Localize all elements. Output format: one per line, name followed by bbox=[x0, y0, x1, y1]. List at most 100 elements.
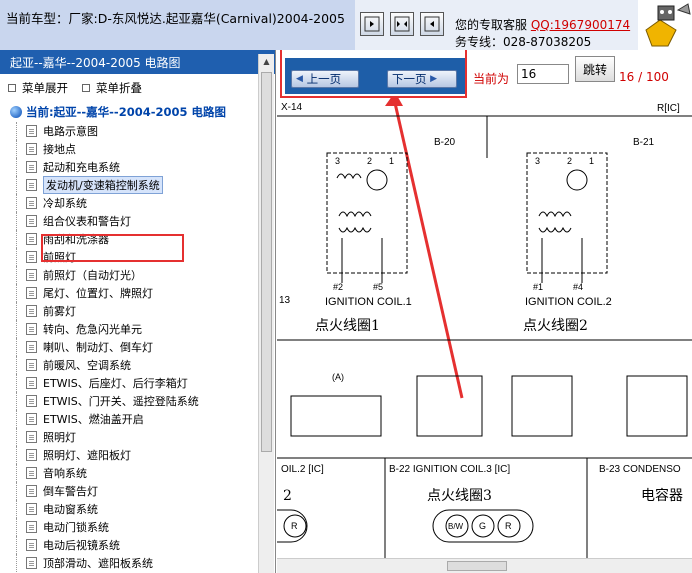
document-icon bbox=[26, 485, 37, 497]
label-b20: B-20 bbox=[434, 137, 456, 148]
tree-item-label: 转向、危急闪光单元 bbox=[43, 323, 142, 336]
selection-highlight-box bbox=[41, 234, 184, 262]
document-icon bbox=[26, 557, 37, 569]
tree-item[interactable]: 起动和充电系统 bbox=[10, 158, 275, 176]
pin-label: 3 bbox=[535, 156, 540, 166]
left-panel: 起亚--嘉华--2004-2005 电路图 菜单展开 菜单折叠 当前:起亚--嘉… bbox=[0, 50, 276, 573]
label-x14: X-14 bbox=[281, 102, 303, 113]
sidebar-scrollbar[interactable]: ▲ bbox=[258, 54, 274, 573]
tree-item[interactable]: 喇叭、制动灯、倒车灯 bbox=[10, 338, 275, 356]
tree-item[interactable]: 顶部滑动、遮阳板系统 bbox=[10, 554, 275, 572]
tree-item[interactable]: ETWIS、燃油盖开启 bbox=[10, 410, 275, 428]
frame-right-icon[interactable] bbox=[360, 12, 384, 36]
tree-item-label: 照明灯 bbox=[43, 431, 76, 444]
pin-label: 1 bbox=[589, 156, 594, 166]
globe-icon bbox=[10, 106, 22, 118]
document-icon bbox=[26, 449, 37, 461]
page-count: 16 / 100 bbox=[619, 70, 669, 84]
tree-item[interactable]: 发动机/变速箱控制系统 bbox=[10, 176, 275, 194]
expand-all-label: 菜单展开 bbox=[22, 81, 68, 95]
tree-item-label: 前照灯（自动灯光） bbox=[43, 269, 142, 282]
scroll-thumb[interactable] bbox=[261, 72, 272, 452]
view-toolbar bbox=[360, 12, 444, 36]
page-number-input[interactable] bbox=[517, 64, 569, 84]
document-icon bbox=[26, 395, 37, 407]
expand-all-button[interactable]: 菜单展开 bbox=[8, 80, 68, 96]
jump-button[interactable]: 跳转 bbox=[575, 56, 615, 82]
diagram-hscrollbar[interactable] bbox=[277, 558, 692, 573]
connector-a-label: (A) bbox=[332, 372, 344, 382]
pin-label: #5 bbox=[373, 282, 383, 292]
pin-label: 2 bbox=[367, 156, 372, 166]
tree-item[interactable]: 接地点 bbox=[10, 140, 275, 158]
ignition-coil-1: 3 2 1 #2 #5 IGNITION COIL.1 点火线圈1 bbox=[315, 152, 412, 334]
tree-item[interactable]: 照明灯、遮阳板灯 bbox=[10, 446, 275, 464]
tree-item[interactable]: 前照灯（自动灯光） bbox=[10, 266, 275, 284]
hotline: 务专线：028-87038205 bbox=[455, 35, 592, 49]
current-page-label: 当前为 bbox=[473, 72, 510, 86]
tree-item-label: ETWIS、后座灯、后行李箱灯 bbox=[43, 377, 188, 390]
vehicle-title: 当前车型：厂家:D-东风悦达.起亚嘉华(Carnival)2004-2005 bbox=[0, 0, 355, 50]
tree-item[interactable]: 冷却系统 bbox=[10, 194, 275, 212]
document-icon bbox=[26, 305, 37, 317]
tree-item-label: 电动后视镜系统 bbox=[43, 539, 120, 552]
mascot-image bbox=[638, 0, 692, 50]
b21-label: OIL.2 [IC] bbox=[281, 464, 324, 475]
coil2-connector-partial: R bbox=[277, 509, 308, 543]
tree-item-label: 电动门锁系统 bbox=[43, 521, 109, 534]
document-icon bbox=[26, 161, 37, 173]
hscroll-thumb[interactable] bbox=[447, 561, 507, 571]
qq-link[interactable]: QQ:1967900174 bbox=[531, 18, 630, 32]
tree-item[interactable]: 尾灯、位置灯、牌照灯 bbox=[10, 284, 275, 302]
label-ric: R[IC] bbox=[657, 103, 680, 114]
tree-item[interactable]: ETWIS、后座灯、后行李箱灯 bbox=[10, 374, 275, 392]
tree-item[interactable]: 电路示意图 bbox=[10, 122, 275, 140]
pin-r: R bbox=[505, 521, 512, 531]
frame-split-icon[interactable] bbox=[390, 12, 414, 36]
label-b21: B-21 bbox=[633, 137, 655, 148]
menu-controls: 菜单展开 菜单折叠 bbox=[0, 74, 275, 102]
tree-item-label: 起动和充电系统 bbox=[43, 161, 120, 174]
tree-item-label: 电动窗系统 bbox=[43, 503, 98, 516]
tree-item[interactable]: 电动门锁系统 bbox=[10, 518, 275, 536]
frame-left-icon[interactable] bbox=[420, 12, 444, 36]
wiring-diagram: X-14 B-20 B-21 R[IC] 3 2 1 #2 #5 IGNITIO… bbox=[277, 98, 692, 558]
collapse-all-button[interactable]: 菜单折叠 bbox=[82, 80, 142, 96]
tree-item-label: 接地点 bbox=[43, 143, 76, 156]
tree-root[interactable]: 当前:起亚--嘉华--2004-2005 电路图 bbox=[10, 102, 275, 122]
tree-item[interactable]: 照明灯 bbox=[10, 428, 275, 446]
coil2-cn-partial: 2 bbox=[283, 488, 292, 504]
diagram-panel: ◀ 上一页 下一页 ▶ 当前为 跳转 16 / 100 X-14 B-20 B-… bbox=[277, 50, 692, 573]
pin-g: G bbox=[479, 521, 486, 531]
tree-item[interactable]: ETWIS、门开关、遥控登陆系统 bbox=[10, 392, 275, 410]
document-icon bbox=[26, 197, 37, 209]
tree-item[interactable]: 电动窗系统 bbox=[10, 500, 275, 518]
coil3-connector: B/W G R bbox=[432, 509, 534, 543]
document-icon bbox=[26, 125, 37, 137]
b23-label: B-23 CONDENSO bbox=[599, 464, 681, 475]
document-icon bbox=[26, 413, 37, 425]
tree-item-label: 倒车警告灯 bbox=[43, 485, 98, 498]
tree-item[interactable]: 前雾灯 bbox=[10, 302, 275, 320]
document-icon bbox=[26, 503, 37, 515]
tree-item[interactable]: 音响系统 bbox=[10, 464, 275, 482]
coil1-title: IGNITION COIL.1 bbox=[325, 296, 412, 308]
tree-item-label: 前雾灯 bbox=[43, 305, 76, 318]
sidebar-header: 起亚--嘉华--2004-2005 电路图 bbox=[0, 50, 275, 74]
pin-label: 3 bbox=[335, 156, 340, 166]
pin-r: R bbox=[291, 521, 298, 531]
tree-item[interactable]: 转向、危急闪光单元 bbox=[10, 320, 275, 338]
tree-item-label: 顶部滑动、遮阳板系统 bbox=[43, 557, 153, 570]
document-icon bbox=[26, 359, 37, 371]
top-bar: 当前车型：厂家:D-东风悦达.起亚嘉华(Carnival)2004-2005 您… bbox=[0, 0, 692, 50]
tree-item[interactable]: 前暖风、空调系统 bbox=[10, 356, 275, 374]
tree-item[interactable]: 电动后视镜系统 bbox=[10, 536, 275, 554]
tree-item[interactable]: 倒车警告灯 bbox=[10, 482, 275, 500]
tree-item-label: 冷却系统 bbox=[43, 197, 87, 210]
tree-item[interactable]: 组合仪表和警告灯 bbox=[10, 212, 275, 230]
tree-root-label: 当前:起亚--嘉华--2004-2005 电路图 bbox=[26, 105, 226, 119]
pin-label: 2 bbox=[567, 156, 572, 166]
tree-item-label: ETWIS、燃油盖开启 bbox=[43, 413, 144, 426]
scroll-up-icon[interactable]: ▲ bbox=[259, 54, 274, 68]
document-icon bbox=[26, 431, 37, 443]
